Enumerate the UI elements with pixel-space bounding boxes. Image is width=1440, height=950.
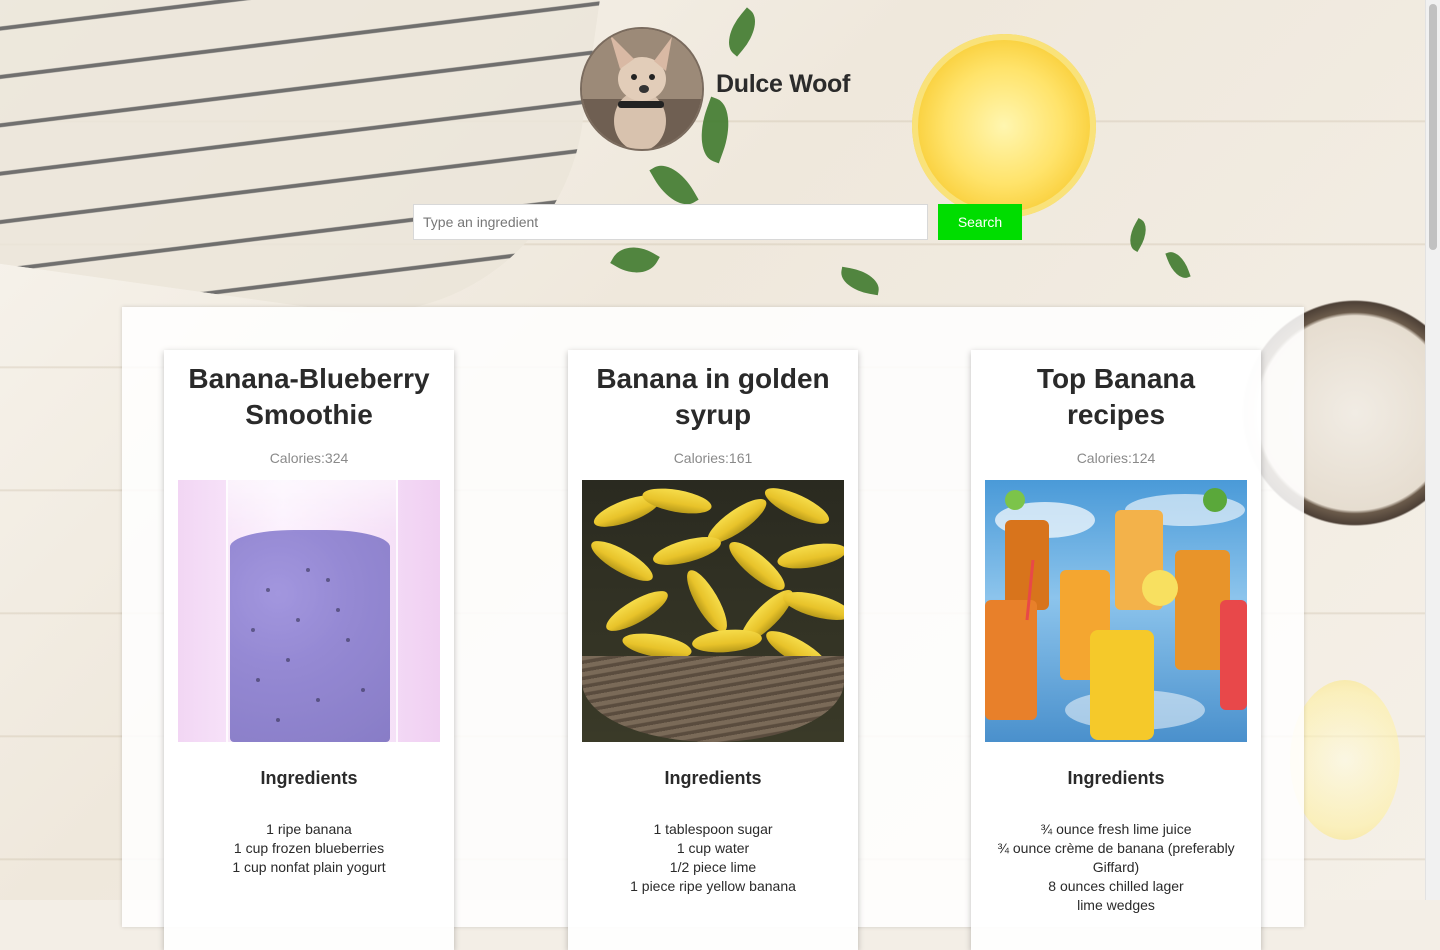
recipe-card[interactable]: Banana in golden syrup Calories:161 Ingr…	[568, 350, 858, 950]
dog-avatar-image	[582, 29, 702, 149]
ingredient-item: 1 cup water	[676, 840, 750, 856]
avatar	[580, 27, 704, 151]
recipe-image-bananas	[582, 480, 844, 742]
ingredients-heading: Ingredients	[1067, 768, 1165, 788]
recipe-title: Top Banana recipes	[1036, 363, 1196, 430]
recipe-results-panel: Banana-Blueberry Smoothie Calories:324 I…	[122, 307, 1304, 950]
ingredient-item: 1 ripe banana	[266, 821, 352, 837]
ingredient-item: 8 ounces chilled lager	[1048, 878, 1184, 894]
recipe-title: Banana in golden syrup	[596, 363, 830, 430]
ingredient-item: 1/2 piece lime	[669, 859, 757, 875]
ingredients-heading: Ingredients	[260, 768, 358, 788]
ingredient-item: lime wedges	[1077, 897, 1155, 913]
ingredient-item: 1 tablespoon sugar	[653, 821, 773, 837]
recipe-image-smoothie	[178, 480, 440, 742]
ingredients-list: ¾ ounce fresh lime juice ¾ ounce crème d…	[981, 820, 1251, 915]
site-title: Dulce Woof	[716, 70, 851, 98]
header: Dulce Woof Search	[0, 0, 1425, 300]
page-scrollbar[interactable]	[1425, 0, 1440, 900]
ingredient-item: ¾ ounce fresh lime juice	[1040, 821, 1192, 837]
ingredients-heading: Ingredients	[664, 768, 762, 788]
recipe-image-drinks	[985, 480, 1247, 742]
ingredient-item: 1 piece ripe yellow banana	[630, 878, 796, 894]
recipe-calories: Calories:324	[269, 450, 349, 466]
ingredients-list: 1 tablespoon sugar 1 cup water 1/2 piece…	[578, 820, 848, 896]
ingredient-search-input[interactable]	[413, 204, 928, 240]
ingredient-item: ¾ ounce crème de banana (preferably Giff…	[997, 840, 1235, 875]
ingredients-list: 1 ripe banana 1 cup frozen blueberries 1…	[174, 820, 444, 877]
recipe-calories: Calories:124	[1076, 450, 1156, 466]
recipe-title: Banana-Blueberry Smoothie	[188, 363, 430, 430]
lemon-slice-decoration	[1290, 680, 1400, 840]
ingredient-item: 1 cup frozen blueberries	[233, 840, 385, 856]
recipe-card[interactable]: Banana-Blueberry Smoothie Calories:324 I…	[164, 350, 454, 950]
ingredient-item: 1 cup nonfat plain yogurt	[232, 859, 386, 875]
recipe-calories: Calories:161	[673, 450, 753, 466]
search-button[interactable]: Search	[938, 204, 1022, 240]
recipe-card[interactable]: Top Banana recipes Calories:124 Ingredie…	[971, 350, 1261, 950]
scrollbar-thumb[interactable]	[1429, 4, 1437, 250]
